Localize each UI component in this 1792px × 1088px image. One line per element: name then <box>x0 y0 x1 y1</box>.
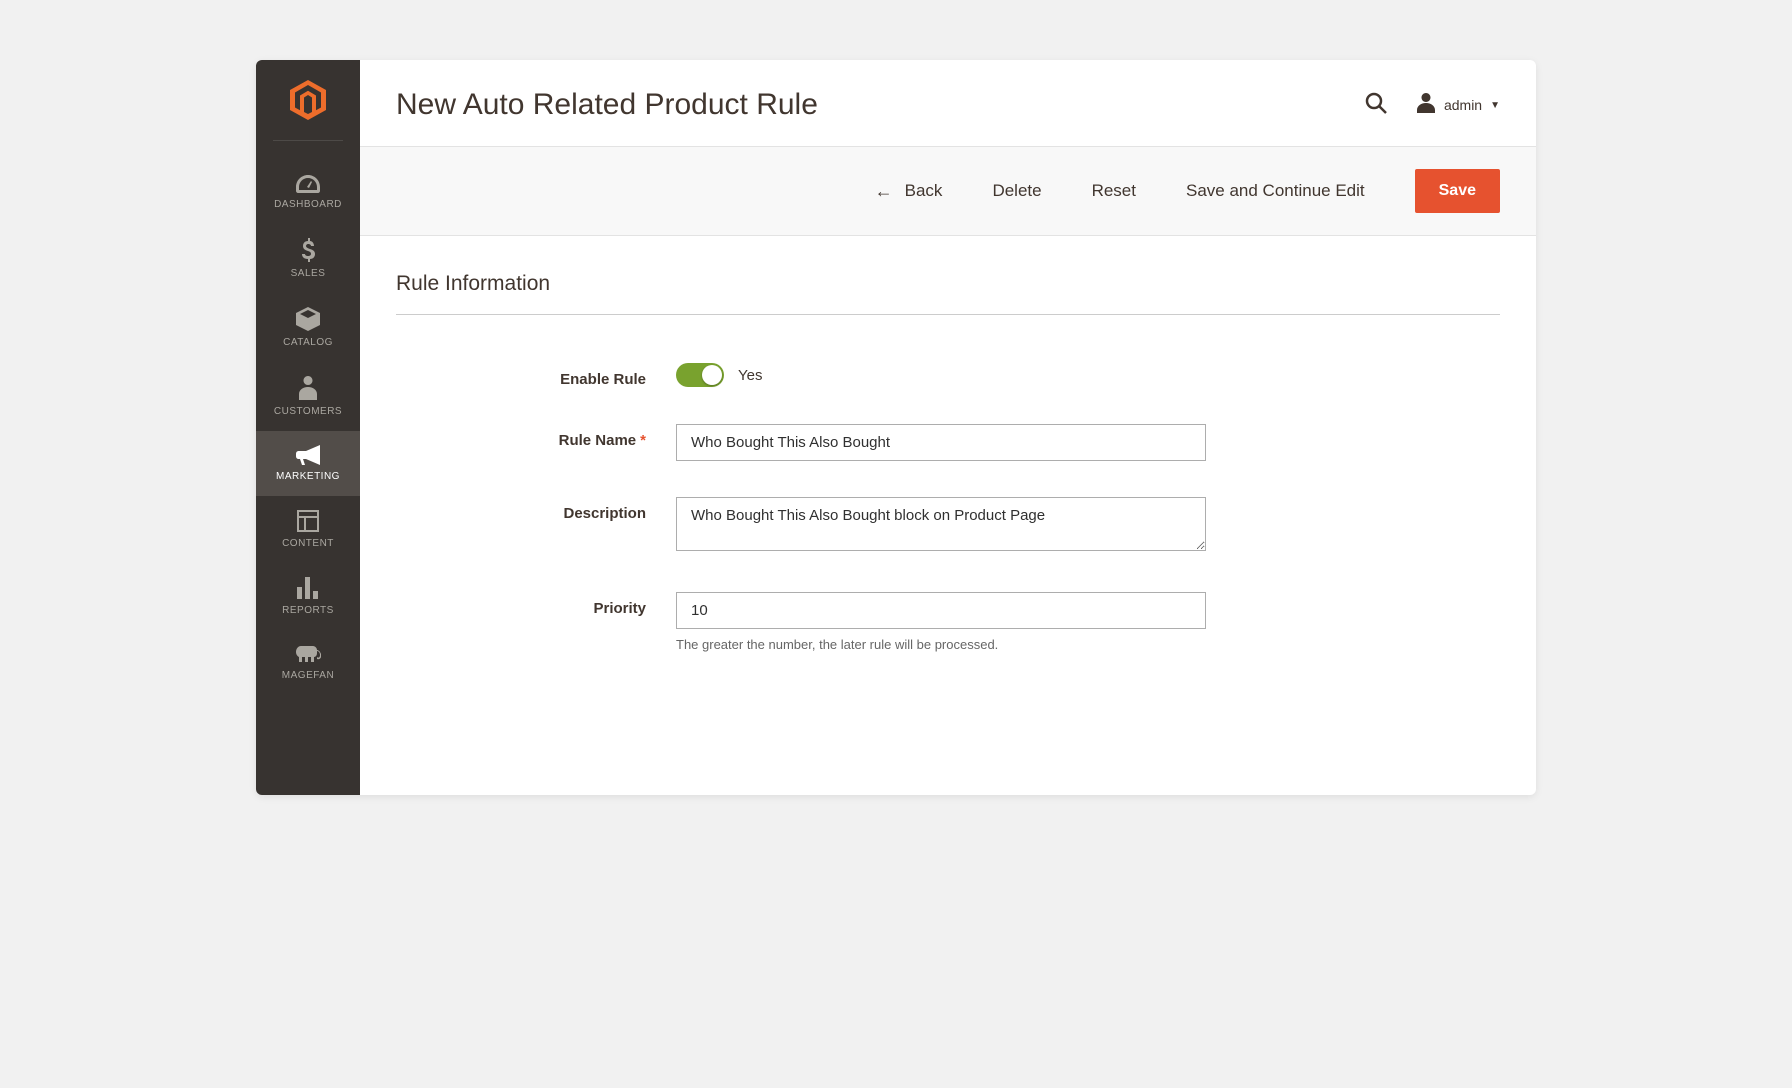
sidebar-item-sales[interactable]: SALES <box>256 224 360 293</box>
priority-hint: The greater the number, the later rule w… <box>676 637 1206 652</box>
dashboard-icon <box>296 175 320 193</box>
back-label: Back <box>905 181 943 201</box>
person-icon <box>299 376 317 400</box>
sidebar-item-label: SALES <box>291 268 326 279</box>
form-row-enable-rule: Enable Rule Yes <box>396 363 1500 388</box>
chevron-down-icon: ▼ <box>1490 100 1500 111</box>
save-continue-button[interactable]: Save and Continue Edit <box>1186 181 1365 201</box>
section-title: Rule Information <box>396 272 1500 315</box>
header: New Auto Related Product Rule admin ▼ <box>360 60 1536 146</box>
sidebar-item-label: DASHBOARD <box>274 199 342 210</box>
description-input[interactable] <box>676 497 1206 551</box>
magento-logo[interactable] <box>273 80 343 141</box>
bar-chart-icon <box>297 577 319 599</box>
form-row-description: Description <box>396 497 1500 556</box>
sidebar-item-label: MAGEFAN <box>282 670 334 681</box>
toggle-knob <box>702 365 722 385</box>
sidebar-item-reports[interactable]: REPORTS <box>256 563 360 630</box>
sidebar-item-magefan[interactable]: MAGEFAN <box>256 630 360 695</box>
sidebar-item-label: MARKETING <box>276 471 340 482</box>
page-title: New Auto Related Product Rule <box>396 88 1364 122</box>
user-menu[interactable]: admin ▼ <box>1416 93 1500 118</box>
sidebar-item-dashboard[interactable]: DASHBOARD <box>256 161 360 224</box>
save-button[interactable]: Save <box>1415 169 1500 213</box>
sidebar-item-label: CUSTOMERS <box>274 406 342 417</box>
enable-rule-toggle[interactable] <box>676 363 724 387</box>
elephant-icon <box>295 644 321 664</box>
sidebar-item-label: REPORTS <box>282 605 334 616</box>
sidebar-item-label: CONTENT <box>282 538 334 549</box>
arrow-left-icon: ← <box>875 181 893 202</box>
header-actions: admin ▼ <box>1364 91 1500 120</box>
sidebar-item-label: CATALOG <box>283 337 333 348</box>
delete-button[interactable]: Delete <box>992 181 1041 201</box>
priority-input[interactable] <box>676 592 1206 629</box>
form-row-rule-name: Rule Name* <box>396 424 1500 461</box>
user-icon <box>1416 93 1436 118</box>
megaphone-icon <box>296 445 320 465</box>
back-button[interactable]: ← Back <box>875 181 943 202</box>
sidebar-item-customers[interactable]: CUSTOMERS <box>256 362 360 431</box>
search-icon[interactable] <box>1364 91 1388 120</box>
enable-rule-value: Yes <box>738 367 762 384</box>
description-label: Description <box>396 497 676 522</box>
dollar-icon <box>301 238 315 262</box>
priority-label: Priority <box>396 592 676 617</box>
reset-button[interactable]: Reset <box>1092 181 1136 201</box>
layout-icon <box>297 510 319 532</box>
sidebar-item-marketing[interactable]: MARKETING <box>256 431 360 496</box>
app-container: DASHBOARD SALES CATALOG CUSTOMERS MARKET <box>256 60 1536 795</box>
action-bar: ← Back Delete Reset Save and Continue Ed… <box>360 146 1536 236</box>
sidebar-item-content[interactable]: CONTENT <box>256 496 360 563</box>
box-icon <box>296 307 320 331</box>
user-label: admin <box>1444 97 1482 113</box>
sidebar: DASHBOARD SALES CATALOG CUSTOMERS MARKET <box>256 60 360 795</box>
required-asterisk: * <box>640 432 646 449</box>
form-content: Rule Information Enable Rule Yes Rule Na… <box>360 236 1536 724</box>
rule-name-input[interactable] <box>676 424 1206 461</box>
main-content: New Auto Related Product Rule admin ▼ ← … <box>360 60 1536 795</box>
rule-name-label: Rule Name* <box>396 424 676 449</box>
enable-rule-label: Enable Rule <box>396 363 676 388</box>
form-row-priority: Priority The greater the number, the lat… <box>396 592 1500 652</box>
sidebar-item-catalog[interactable]: CATALOG <box>256 293 360 362</box>
